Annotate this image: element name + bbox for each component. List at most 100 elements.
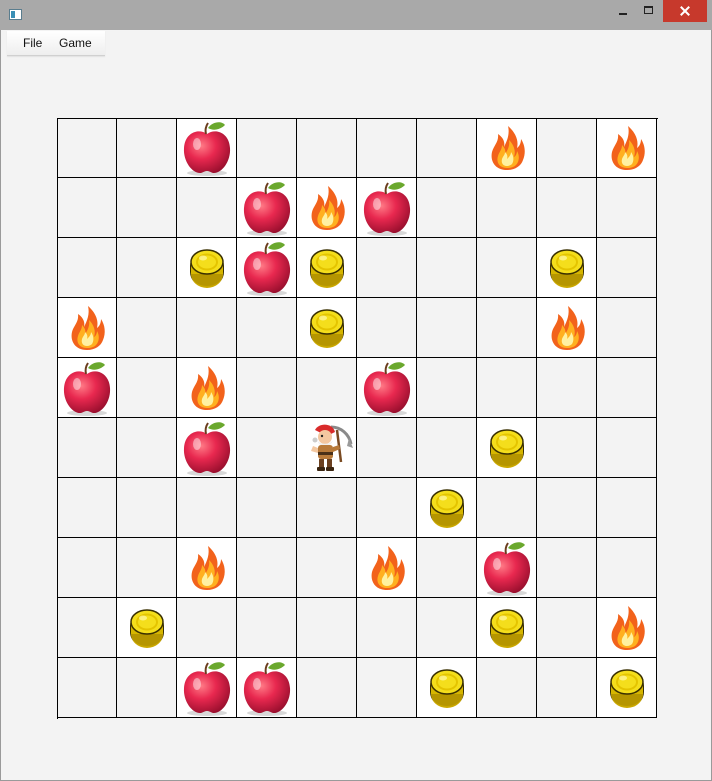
board-cell[interactable] xyxy=(357,298,417,358)
board-cell[interactable] xyxy=(117,598,177,658)
board-cell[interactable] xyxy=(57,238,117,298)
board-cell[interactable] xyxy=(537,178,597,238)
board-cell[interactable] xyxy=(477,478,537,538)
board-cell[interactable] xyxy=(237,358,297,418)
board-cell[interactable] xyxy=(597,598,657,658)
board-cell[interactable] xyxy=(597,418,657,478)
board-cell[interactable] xyxy=(477,538,537,598)
board-cell[interactable] xyxy=(597,178,657,238)
board-cell[interactable] xyxy=(417,118,477,178)
board-cell[interactable] xyxy=(237,598,297,658)
close-button[interactable] xyxy=(663,0,707,22)
board-cell[interactable] xyxy=(237,118,297,178)
board-cell[interactable] xyxy=(537,598,597,658)
board-cell[interactable] xyxy=(597,658,657,718)
title-bar[interactable] xyxy=(0,0,712,30)
board-cell[interactable] xyxy=(417,538,477,598)
board-cell[interactable] xyxy=(357,418,417,478)
board-cell[interactable] xyxy=(477,418,537,478)
board-cell[interactable] xyxy=(417,358,477,418)
board-cell[interactable] xyxy=(417,418,477,478)
board-cell[interactable] xyxy=(297,538,357,598)
board-cell[interactable] xyxy=(177,178,237,238)
board-cell[interactable] xyxy=(417,178,477,238)
board-cell[interactable] xyxy=(117,118,177,178)
board-cell[interactable] xyxy=(357,478,417,538)
board-cell[interactable] xyxy=(297,238,357,298)
board-cell[interactable] xyxy=(357,358,417,418)
board-cell[interactable] xyxy=(57,118,117,178)
menu-file[interactable]: File xyxy=(23,36,42,50)
board-cell[interactable] xyxy=(237,538,297,598)
board-cell[interactable] xyxy=(117,298,177,358)
board-cell[interactable] xyxy=(357,598,417,658)
board-cell[interactable] xyxy=(417,298,477,358)
board-cell[interactable] xyxy=(117,538,177,598)
board-cell[interactable] xyxy=(477,298,537,358)
board-cell[interactable] xyxy=(57,478,117,538)
board-cell[interactable] xyxy=(57,658,117,718)
board-cell[interactable] xyxy=(537,478,597,538)
minimize-button[interactable] xyxy=(610,0,636,22)
board-cell[interactable] xyxy=(597,298,657,358)
board-cell[interactable] xyxy=(117,418,177,478)
board-cell[interactable] xyxy=(537,118,597,178)
board-cell[interactable] xyxy=(357,118,417,178)
board-cell[interactable] xyxy=(597,118,657,178)
board-cell[interactable] xyxy=(537,658,597,718)
board-cell[interactable] xyxy=(417,658,477,718)
board-cell[interactable] xyxy=(117,178,177,238)
board-cell[interactable] xyxy=(57,598,117,658)
board-cell[interactable] xyxy=(117,658,177,718)
board-cell[interactable] xyxy=(177,538,237,598)
board-cell[interactable] xyxy=(177,418,237,478)
board-cell[interactable] xyxy=(417,238,477,298)
board-cell[interactable] xyxy=(357,658,417,718)
board-cell[interactable] xyxy=(237,478,297,538)
menu-game[interactable]: Game xyxy=(59,36,92,50)
board-cell[interactable] xyxy=(537,358,597,418)
board-cell[interactable] xyxy=(597,478,657,538)
board-cell[interactable] xyxy=(177,598,237,658)
board-cell[interactable] xyxy=(477,118,537,178)
board-cell[interactable] xyxy=(297,178,357,238)
board-cell[interactable] xyxy=(477,178,537,238)
dwarf-miner-icon[interactable] xyxy=(297,418,357,478)
board-cell[interactable] xyxy=(177,118,237,178)
board-cell[interactable] xyxy=(117,238,177,298)
board-cell[interactable] xyxy=(537,418,597,478)
board-cell[interactable] xyxy=(597,358,657,418)
board-cell[interactable] xyxy=(597,238,657,298)
board-cell[interactable] xyxy=(237,298,297,358)
board-cell[interactable] xyxy=(117,358,177,418)
board-cell[interactable] xyxy=(297,418,357,478)
board-cell[interactable] xyxy=(477,238,537,298)
board-cell[interactable] xyxy=(57,298,117,358)
board-cell[interactable] xyxy=(177,358,237,418)
board-cell[interactable] xyxy=(357,538,417,598)
board-cell[interactable] xyxy=(177,478,237,538)
board-cell[interactable] xyxy=(537,538,597,598)
board-cell[interactable] xyxy=(537,298,597,358)
board-cell[interactable] xyxy=(297,658,357,718)
board-cell[interactable] xyxy=(357,178,417,238)
board-cell[interactable] xyxy=(477,598,537,658)
board-cell[interactable] xyxy=(297,298,357,358)
board-cell[interactable] xyxy=(237,178,297,238)
board-cell[interactable] xyxy=(57,178,117,238)
board-cell[interactable] xyxy=(477,658,537,718)
board-cell[interactable] xyxy=(177,238,237,298)
board-cell[interactable] xyxy=(57,418,117,478)
board-cell[interactable] xyxy=(417,478,477,538)
board-cell[interactable] xyxy=(417,598,477,658)
board-cell[interactable] xyxy=(477,358,537,418)
board-cell[interactable] xyxy=(237,418,297,478)
board-cell[interactable] xyxy=(237,238,297,298)
board-cell[interactable] xyxy=(177,298,237,358)
board-cell[interactable] xyxy=(537,238,597,298)
board-cell[interactable] xyxy=(177,658,237,718)
board-cell[interactable] xyxy=(297,118,357,178)
maximize-button[interactable] xyxy=(636,0,663,22)
board-cell[interactable] xyxy=(57,358,117,418)
board-cell[interactable] xyxy=(597,538,657,598)
